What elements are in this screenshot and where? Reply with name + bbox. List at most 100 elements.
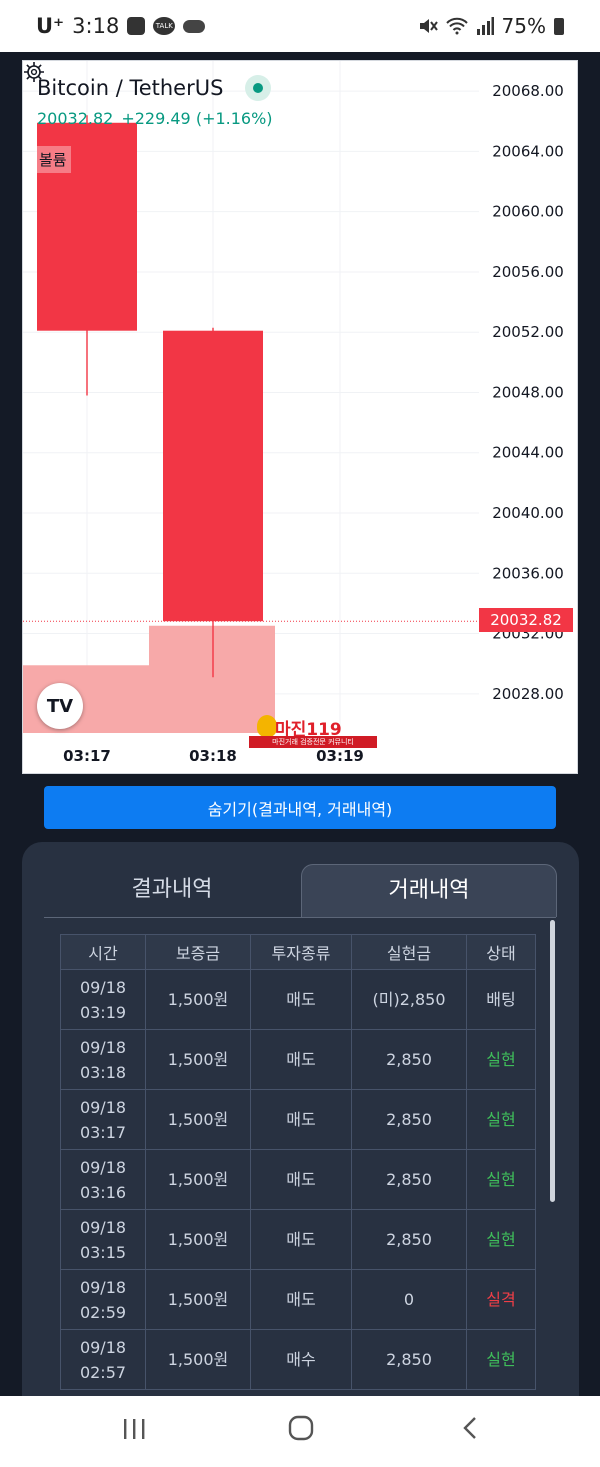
table-scrollbar[interactable]: [550, 920, 555, 1202]
cell-status: 실현: [466, 1089, 536, 1150]
candle-body: [163, 330, 263, 622]
price-change: +229.49 (+1.16%): [121, 109, 273, 128]
cloud-icon: [183, 19, 206, 33]
watermark-badge-icon: [257, 715, 277, 737]
y-tick-label: 20048.00: [492, 383, 564, 401]
cell-realized: 2,850: [351, 1089, 467, 1150]
table-header-row: 시간 보증금 투자종류 실현금 상태: [60, 934, 536, 970]
cell-date-line: 09/18: [79, 1337, 127, 1357]
y-tick-label: 20064.00: [492, 142, 564, 160]
y-tick-label: 20060.00: [492, 203, 564, 221]
cell-time-line: 03:18: [79, 1062, 127, 1082]
y-tick-label: 20040.00: [492, 504, 564, 522]
history-panel: 결과내역 거래내역 시간 보증금 투자종류 실현금 상태 09/18 03:19 1…: [22, 842, 579, 1402]
x-tick-label: 03:18: [189, 747, 237, 765]
col-header-time: 시간: [60, 934, 146, 970]
table-body: 09/18 03:19 1,500원 매도 (미)2,850 배팅 09/18 03:18 1,…: [60, 969, 536, 1390]
cell-time-line: 03:17: [79, 1122, 127, 1142]
table-row: 09/18 03:16 1,500원 매도 2,850 실현: [60, 1149, 536, 1210]
y-tick-label: 20036.00: [492, 564, 564, 582]
cell-date-line: 09/18: [79, 1037, 127, 1057]
cell-time-line: 03:19: [79, 1002, 127, 1022]
cell-realized: 2,850: [351, 1149, 467, 1210]
table-row: 09/18 03:15 1,500원 매도 2,850 실현: [60, 1209, 536, 1270]
home-icon[interactable]: [288, 1415, 314, 1441]
cell-time-line: 02:59: [79, 1302, 127, 1322]
table-row: 09/18 03:18 1,500원 매도 2,850 실현: [60, 1029, 536, 1090]
table-row: 09/18 03:17 1,500원 매도 2,850 실현: [60, 1089, 536, 1150]
table-row: 09/18 03:19 1,500원 매도 (미)2,850 배팅: [60, 969, 536, 1030]
cell-date-line: 09/18: [79, 1157, 127, 1177]
volume-label: 볼륨: [35, 146, 71, 173]
signal-icon: [476, 17, 494, 35]
cell-deposit: 1,500원: [145, 1329, 251, 1390]
status-right: 75%: [418, 14, 564, 38]
cell-time-line: 03:15: [79, 1242, 127, 1262]
clock: 3:18: [72, 14, 120, 38]
col-header-status: 상태: [466, 934, 536, 970]
notification-icon: [127, 17, 146, 35]
cell-date-line: 09/18: [79, 1217, 127, 1237]
cell-type: 매도: [250, 1209, 352, 1270]
x-tick-label: 03:17: [63, 747, 111, 765]
cell-time: 09/18 03:19: [60, 969, 146, 1030]
cell-time: 09/18 03:18: [60, 1029, 146, 1090]
cell-time: 09/18 03:16: [60, 1149, 146, 1210]
price-chart[interactable]: 20068.00 20064.00 20060.00 20056.00 20052.00…: [22, 60, 578, 774]
cell-time: 09/18 03:17: [60, 1089, 146, 1150]
talk-icon: TALK: [153, 17, 176, 35]
tradingview-logo-icon[interactable]: TV: [37, 683, 83, 729]
cell-time-line: 02:57: [79, 1362, 127, 1382]
cell-deposit: 1,500원: [145, 969, 251, 1030]
tab-results[interactable]: 결과내역: [44, 864, 300, 916]
cell-status: 실현: [466, 1209, 536, 1270]
col-header-deposit: 보증금: [145, 934, 251, 970]
trade-history-table: 시간 보증금 투자종류 실현금 상태 09/18 03:19 1,500원 매도 (미)…: [60, 934, 536, 1390]
system-nav-bar: [0, 1396, 600, 1467]
site-watermark: 마진119 마진거래 검증전문 커뮤니티: [235, 715, 385, 751]
cell-type: 매수: [250, 1329, 352, 1390]
current-price: 20032.82: [37, 109, 114, 128]
back-icon[interactable]: [462, 1416, 478, 1440]
chart-legend: Bitcoin / TetherUS 20032.82 +229.49 (+1.…: [37, 75, 273, 128]
cell-deposit: 1,500원: [145, 1269, 251, 1330]
battery-icon: [554, 17, 564, 35]
settings-gear-icon[interactable]: [23, 61, 45, 83]
cell-deposit: 1,500원: [145, 1209, 251, 1270]
y-tick-label: 20052.00: [492, 323, 564, 341]
status-bar: U⁺ 3:18 TALK 75%: [0, 0, 600, 52]
cell-realized: (미)2,850: [351, 969, 467, 1030]
cell-status: 실현: [466, 1149, 536, 1210]
cell-type: 매도: [250, 969, 352, 1030]
cell-status: 실현: [466, 1329, 536, 1390]
y-tick-label: 20028.00: [492, 685, 564, 703]
carrier-label: U⁺: [36, 14, 65, 38]
recents-icon[interactable]: [122, 1418, 146, 1440]
y-tick-label: 20056.00: [492, 263, 564, 281]
table-row: 09/18 02:59 1,500원 매도 0 실격: [60, 1269, 536, 1330]
last-price-tag: 20032.82: [479, 608, 573, 632]
tab-trades[interactable]: 거래내역: [301, 864, 557, 917]
cell-date-line: 09/18: [79, 1277, 127, 1297]
cell-realized: 2,850: [351, 1209, 467, 1270]
pair-title: Bitcoin / TetherUS: [37, 76, 224, 100]
status-left: U⁺ 3:18 TALK: [36, 14, 206, 38]
mute-icon: [419, 19, 438, 33]
cell-deposit: 1,500원: [145, 1029, 251, 1090]
cell-type: 매도: [250, 1149, 352, 1210]
cell-deposit: 1,500원: [145, 1089, 251, 1150]
battery-percent: 75%: [501, 14, 546, 38]
cell-type: 매도: [250, 1089, 352, 1150]
market-status-icon: [245, 75, 272, 101]
cell-status: 배팅: [466, 969, 536, 1030]
hide-history-button[interactable]: 숨기기(결과내역, 거래내역): [44, 786, 556, 829]
cell-time: 09/18 03:15: [60, 1209, 146, 1270]
cell-realized: 2,850: [351, 1329, 467, 1390]
cell-status: 실격: [466, 1269, 536, 1330]
chart-canvas[interactable]: 20068.00 20064.00 20060.00 20056.00 20052.00…: [23, 61, 579, 775]
cell-date-line: 09/18: [79, 1097, 127, 1117]
watermark-subtext: 마진거래 검증전문 커뮤니티: [249, 736, 377, 748]
cell-deposit: 1,500원: [145, 1149, 251, 1210]
cell-type: 매도: [250, 1029, 352, 1090]
wifi-icon: [445, 17, 468, 35]
